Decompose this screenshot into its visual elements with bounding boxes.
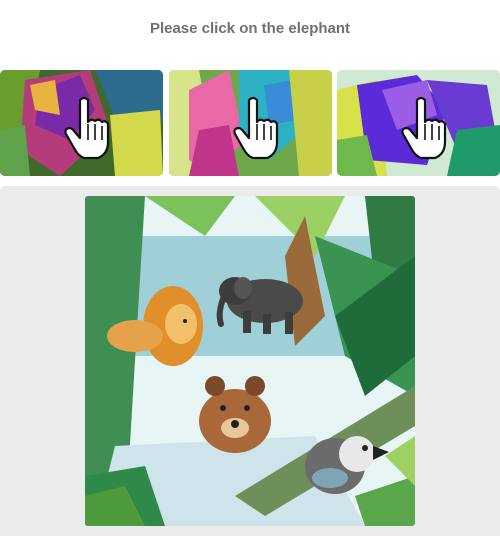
thumbnail-option-2[interactable] [169,70,332,176]
thumbnail-row [0,70,500,176]
jungle-scene [85,196,415,526]
hand-cursor-icon [232,96,278,160]
hand-cursor-icon [63,96,109,160]
challenge-image[interactable] [85,196,415,526]
thumbnail-option-3[interactable] [337,70,500,176]
thumbnail-option-1[interactable] [0,70,163,176]
captcha-prompt: Please click on the elephant [149,20,351,37]
hand-cursor-icon [400,96,446,160]
challenge-panel [0,186,500,536]
